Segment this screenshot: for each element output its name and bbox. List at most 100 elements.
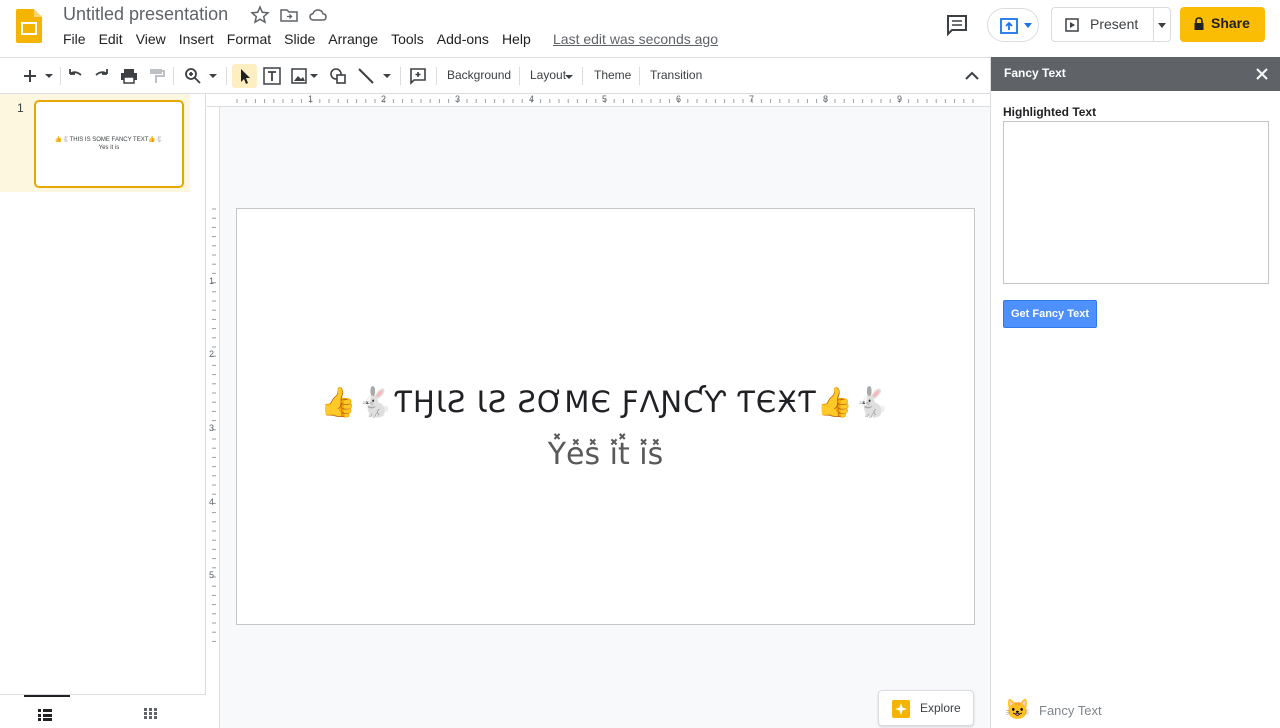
ruler-label: 5 (209, 570, 215, 580)
document-title[interactable]: Untitled presentation (63, 4, 228, 25)
slides-logo-icon[interactable] (16, 9, 42, 43)
ruler-label: 8 (823, 94, 829, 104)
line-chevron-icon[interactable] (381, 66, 393, 86)
toolbar: Background Layout Theme Transition (0, 57, 990, 94)
layout-chevron-icon[interactable] (564, 66, 574, 86)
ruler-label: 3 (209, 423, 215, 433)
highlighted-text-label: Highlighted Text (1003, 105, 1097, 119)
image-chevron-icon[interactable] (308, 66, 320, 86)
slide-thumbnail-text: 👍🐇THIS IS SOME FANCY TEXT👍🐇 Yes it is (36, 136, 182, 152)
slide-canvas[interactable]: 👍🐇ƬӇƖƧ ƖƧ ƧƠMЄ ƑΛƝƇƳ ƬЄӾƬ👍🐇 Y̽e̽s̽ i̽t̽ … (236, 208, 975, 625)
slide-thumbnail[interactable]: 👍🐇THIS IS SOME FANCY TEXT👍🐇 Yes it is (34, 100, 184, 188)
menu-edit[interactable]: Edit (99, 31, 123, 51)
ruler-label: 4 (529, 94, 535, 104)
undo-icon[interactable] (65, 66, 85, 86)
present-to-meeting-button[interactable] (987, 8, 1039, 42)
transition-button[interactable]: Transition (650, 68, 702, 82)
background-button[interactable]: Background (447, 68, 511, 82)
present-button[interactable]: Present (1051, 7, 1171, 42)
layout-button[interactable]: Layout (530, 68, 566, 82)
lock-icon (1194, 17, 1204, 30)
panel-title: Fancy Text (1004, 66, 1066, 80)
present-options-chevron-icon[interactable] (1157, 22, 1167, 30)
comments-icon[interactable] (944, 12, 970, 38)
horizontal-ruler[interactable]: 1 2 3 4 5 6 7 8 9 (207, 94, 990, 107)
zoom-icon[interactable] (183, 66, 203, 86)
grid-view-button[interactable] (136, 695, 166, 728)
shape-icon[interactable] (328, 66, 348, 86)
filmstrip-view-button[interactable] (24, 695, 70, 728)
close-icon[interactable] (1255, 67, 1269, 81)
line-icon[interactable] (356, 66, 376, 86)
menu-addons[interactable]: Add-ons (437, 31, 489, 51)
present-label: Present (1090, 16, 1139, 32)
upload-screen-icon (1000, 18, 1018, 34)
theme-button[interactable]: Theme (594, 68, 631, 82)
ruler-label: 2 (381, 94, 387, 104)
get-fancy-text-button[interactable]: Get Fancy Text (1003, 300, 1097, 328)
app-header: Untitled presentation File Edit View Ins… (0, 0, 1280, 57)
share-button[interactable]: Share (1180, 7, 1265, 42)
toolbar-divider (639, 67, 640, 85)
ruler-label: 3 (455, 94, 461, 104)
explore-sparkle-icon (892, 700, 910, 718)
ruler-label: 9 (897, 94, 903, 104)
last-edit-link[interactable]: Last edit was seconds ago (553, 31, 718, 47)
toolbar-divider (226, 67, 227, 85)
addon-side-panel: Fancy Text Highlighted Text Get Fancy Te… (990, 57, 1280, 728)
share-label: Share (1211, 15, 1250, 31)
explore-button[interactable]: Explore (878, 690, 974, 726)
new-slide-chevron-icon[interactable] (43, 66, 55, 86)
collapse-toolbar-chevron-up-icon[interactable] (962, 66, 982, 86)
toolbar-divider (582, 67, 583, 85)
select-tool-button[interactable] (232, 64, 257, 88)
move-folder-icon[interactable] (279, 5, 299, 25)
toolbar-divider (436, 67, 437, 85)
slide-canvas-area[interactable]: 1 2 3 4 5 6 7 8 9 1 2 3 4 5 👍🐇ƬӇƖƧ ƖƧ ƧƠ… (207, 94, 990, 728)
vertical-ruler[interactable]: 1 2 3 4 5 (207, 107, 220, 728)
slide-number: 1 (17, 101, 24, 115)
slide-thumbnail-row[interactable]: 1 👍🐇THIS IS SOME FANCY TEXT👍🐇 Yes it is (0, 94, 190, 192)
image-icon[interactable] (289, 66, 309, 86)
ruler-label: 2 (209, 349, 215, 359)
cloud-saved-icon[interactable] (308, 5, 328, 25)
toolbar-divider (400, 67, 401, 85)
star-icon[interactable] (250, 5, 270, 25)
menu-slide[interactable]: Slide (284, 31, 315, 51)
slide-filmstrip: 1 👍🐇THIS IS SOME FANCY TEXT👍🐇 Yes it is (0, 94, 206, 728)
ruler-label: 4 (209, 497, 215, 507)
redo-icon[interactable] (92, 66, 112, 86)
add-comment-icon[interactable] (408, 66, 428, 86)
list-view-icon (38, 709, 52, 721)
slide-fancy-heading[interactable]: 👍🐇ƬӇƖƧ ƖƧ ƧƠMЄ ƑΛƝƇƳ ƬЄӾƬ👍🐇 (237, 385, 974, 420)
cursor-arrow-icon (241, 69, 250, 84)
menu-insert[interactable]: Insert (179, 31, 214, 51)
paint-format-icon[interactable] (146, 66, 166, 86)
ruler-label: 7 (749, 94, 755, 104)
ruler-label: 5 (602, 94, 608, 104)
menu-format[interactable]: Format (227, 31, 271, 51)
ruler-label: 6 (676, 94, 682, 104)
print-icon[interactable] (119, 66, 139, 86)
zoom-chevron-icon[interactable] (207, 66, 219, 86)
menu-tools[interactable]: Tools (391, 31, 424, 51)
addon-name: Fancy Text (1039, 703, 1102, 718)
new-slide-plus-icon[interactable] (20, 66, 40, 86)
menu-arrange[interactable]: Arrange (328, 31, 378, 51)
thumbnail-line2: Yes it is (98, 145, 120, 151)
explore-label: Explore (920, 701, 961, 715)
present-divider (1153, 8, 1154, 41)
chevron-down-icon (1024, 23, 1032, 28)
filmstrip-view-switcher (0, 694, 206, 728)
highlighted-text-input[interactable] (1003, 121, 1269, 284)
ruler-label: 1 (209, 276, 215, 286)
thumbnail-line1: 👍🐇THIS IS SOME FANCY TEXT👍🐇 (54, 137, 164, 143)
ruler-label: 1 (308, 94, 314, 104)
menu-help[interactable]: Help (502, 31, 531, 51)
text-box-icon[interactable] (262, 66, 282, 86)
menu-file[interactable]: File (63, 31, 86, 51)
slide-fancy-subtext[interactable]: Y̽e̽s̽ i̽t̽ i̽s̽ (237, 437, 974, 472)
toolbar-divider (60, 67, 61, 85)
grid-view-icon (144, 708, 157, 719)
menu-view[interactable]: View (136, 31, 166, 51)
